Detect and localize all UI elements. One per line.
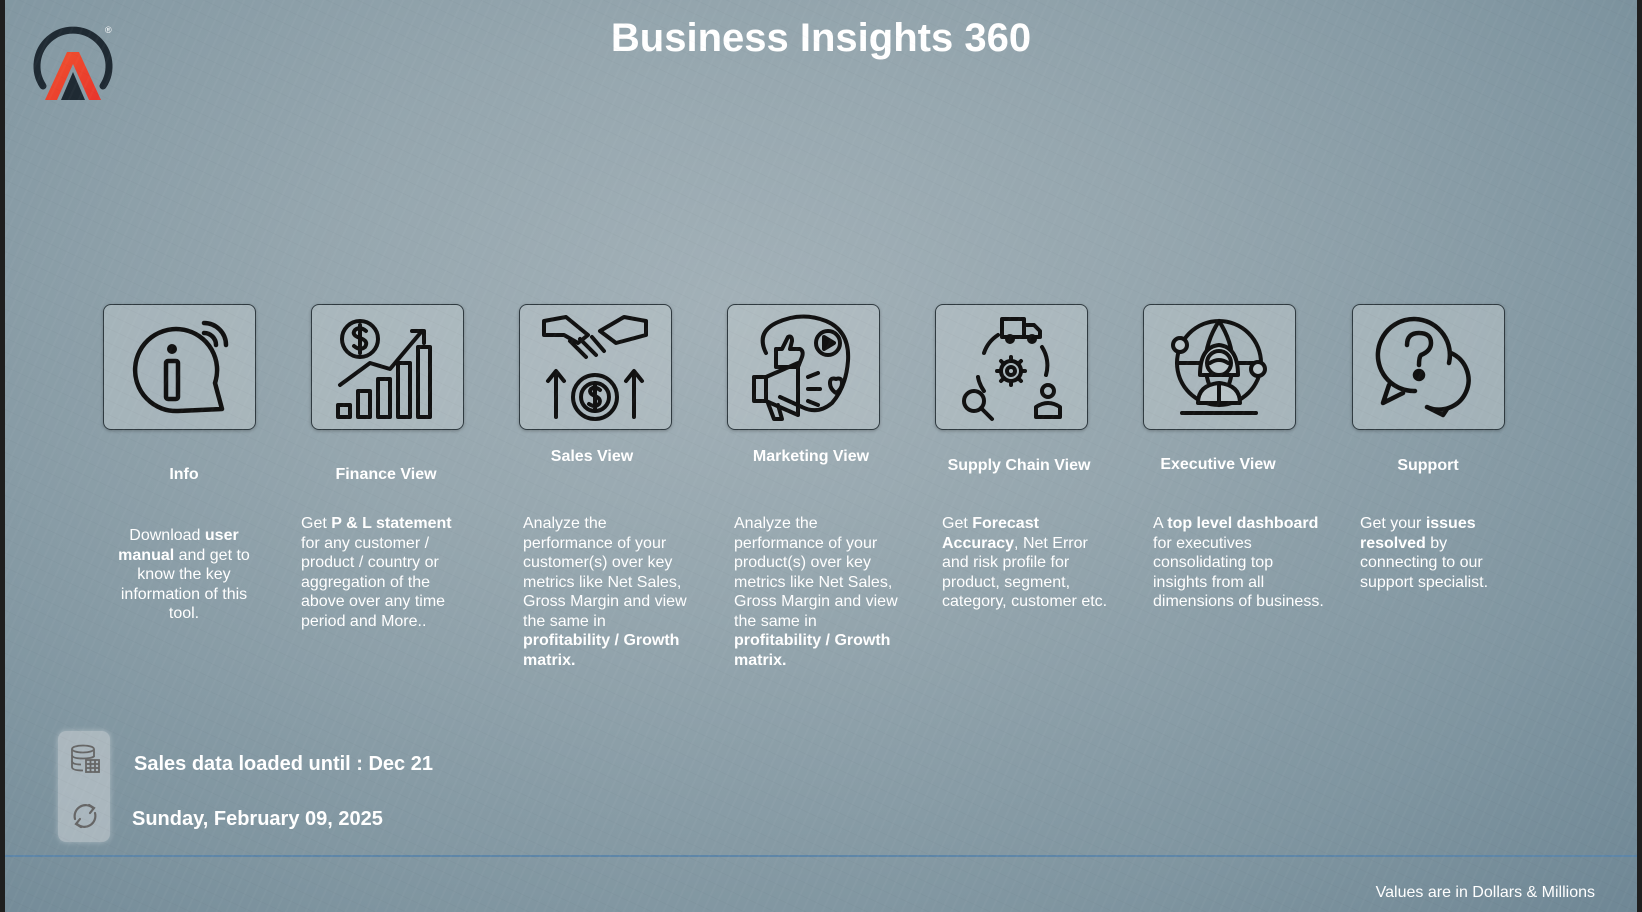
executive-globe-icon <box>1171 319 1267 415</box>
tab-support[interactable]: Support <box>1328 457 1528 475</box>
support-chat-icon <box>1375 316 1471 418</box>
supply-chain-description: Get Forecast Accuracy, Net Error and ris… <box>942 514 1114 612</box>
desc-text: Get <box>301 515 332 532</box>
desc-text: A <box>1153 515 1168 532</box>
tab-supply-chain-view[interactable]: Supply Chain View <box>919 457 1119 475</box>
page-title: Business Insights 360 <box>610 16 1032 60</box>
desc-bold: profitability / Growth matrix. <box>523 632 680 669</box>
tab-marketing-view[interactable]: Marketing View <box>711 448 911 466</box>
marketing-tile-button[interactable] <box>727 304 880 430</box>
desc-text: Analyze the performance of your product(… <box>734 515 898 630</box>
desc-text: Analyze the performance of your customer… <box>523 515 687 630</box>
finance-growth-icon <box>336 319 432 419</box>
desc-text: for any customer / product / country or … <box>301 534 446 630</box>
footer-divider <box>5 855 1637 857</box>
support-description: Get your issues resolved by connecting t… <box>1360 514 1510 592</box>
support-tile-button[interactable] <box>1352 304 1505 430</box>
desc-text: Download <box>129 527 205 544</box>
report-canvas: ® Business Insights 360 Info Download us… <box>5 0 1637 912</box>
desc-bold: P & L statement <box>331 515 452 532</box>
desc-bold: top level dashboard <box>1167 515 1319 532</box>
units-footnote: Values are in Dollars & Millions <box>1375 884 1595 901</box>
executive-description: A top level dashboard for executives con… <box>1153 514 1331 612</box>
tab-executive-view[interactable]: Executive View <box>1118 456 1318 474</box>
desc-text: for executives consolidating top insight… <box>1153 534 1324 611</box>
data-loaded-status: Sales data loaded until : Dec 21 <box>134 753 433 775</box>
megaphone-icon <box>752 314 851 421</box>
refresh-icon[interactable] <box>69 800 101 832</box>
finance-description: Get P & L statement for any customer / p… <box>301 514 473 631</box>
tab-info[interactable]: Info <box>84 466 284 484</box>
sales-description: Analyze the performance of your customer… <box>523 514 695 670</box>
marketing-description: Analyze the performance of your product(… <box>734 514 906 670</box>
current-date: Sunday, February 09, 2025 <box>132 808 383 830</box>
finance-tile-button[interactable] <box>311 304 464 430</box>
supply-chain-icon <box>962 317 1062 421</box>
info-icon <box>132 320 229 414</box>
executive-tile-button[interactable] <box>1143 304 1296 430</box>
tab-finance-view[interactable]: Finance View <box>286 466 486 484</box>
sales-tile-button[interactable] <box>519 304 672 430</box>
info-description: Download user manual and get to know the… <box>110 526 258 624</box>
desc-text: Get your <box>1360 515 1426 532</box>
desc-bold: profitability / Growth matrix. <box>734 632 891 669</box>
info-tile-button[interactable] <box>103 304 256 430</box>
supply-chain-tile-button[interactable] <box>935 304 1088 430</box>
tab-sales-view[interactable]: Sales View <box>492 448 692 466</box>
status-panel <box>58 731 110 842</box>
handshake-dollar-icon <box>542 315 648 421</box>
database-icon <box>71 744 100 773</box>
desc-text: Get <box>942 515 973 532</box>
